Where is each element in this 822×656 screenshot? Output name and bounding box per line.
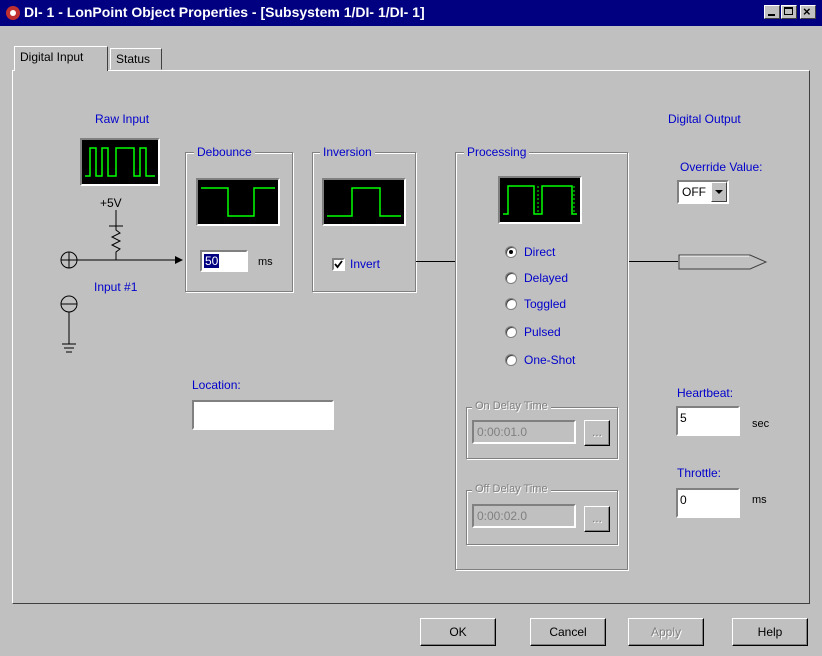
cancel-button[interactable]: Cancel (530, 618, 606, 646)
app-icon[interactable] (5, 5, 21, 21)
off-delay-value: 0:00:02.0 (477, 509, 528, 523)
inversion-label: Inversion (320, 145, 375, 159)
square-wave-icon (201, 187, 275, 217)
debounce-input[interactable]: 50 (200, 250, 248, 272)
title-bar[interactable]: DI- 1 - LonPoint Object Properties - [Su… (0, 0, 822, 26)
heartbeat-input[interactable]: 5 (676, 406, 740, 436)
one-shot-label: One-Shot (524, 353, 576, 367)
radio-delayed[interactable] (505, 272, 517, 284)
tab-label: Digital Input (20, 50, 84, 64)
checkmark-icon (334, 260, 343, 269)
debounce-value: 50 (204, 254, 220, 268)
invert-label: Invert (350, 257, 381, 271)
heartbeat-unit: sec (752, 418, 770, 430)
direct-label: Direct (524, 245, 556, 259)
processing-label: Processing (464, 145, 530, 159)
on-delay-value: 0:00:01.0 (477, 425, 528, 439)
dropdown-button[interactable] (711, 182, 727, 202)
maximize-icon (784, 7, 793, 15)
tab-label: Status (116, 52, 151, 66)
inversion-waveform (322, 178, 406, 226)
override-value-select[interactable]: OFF (677, 180, 729, 204)
location-label: Location: (192, 378, 241, 392)
processing-waveform (498, 176, 582, 224)
minimize-button[interactable] (764, 5, 780, 19)
close-icon: × (803, 4, 811, 19)
radio-toggled[interactable] (505, 298, 517, 310)
square-wave-icon (85, 147, 155, 177)
raw-input-label: Raw Input (95, 112, 150, 126)
ok-button[interactable]: OK (420, 618, 496, 646)
raw-input-waveform (80, 138, 160, 186)
throttle-input[interactable]: 0 (676, 488, 740, 518)
off-delay-label: Off Delay Time (472, 483, 551, 495)
invert-checkbox[interactable] (332, 258, 345, 271)
pulsed-label: Pulsed (524, 325, 561, 339)
radio-pulsed[interactable] (505, 326, 517, 338)
radio-selected-dot (509, 250, 513, 254)
delayed-label: Delayed (524, 271, 569, 285)
digital-output-label: Digital Output (668, 112, 741, 126)
square-wave-icon (327, 187, 401, 217)
window-title: DI- 1 - LonPoint Object Properties - [Su… (24, 4, 425, 20)
tab-digital-input[interactable]: Digital Input (14, 46, 108, 71)
tab-status[interactable]: Status (110, 48, 162, 70)
override-selected-value: OFF (682, 185, 706, 199)
throttle-unit: ms (752, 494, 767, 506)
debounce-label: Debounce (194, 145, 255, 159)
chevron-down-icon (715, 190, 723, 194)
square-wave-icon (503, 185, 577, 215)
connector-line (416, 261, 456, 262)
minimize-icon (768, 14, 775, 16)
throttle-value: 0 (680, 493, 687, 507)
input-label: Input #1 (94, 280, 138, 294)
override-value-label: Override Value: (680, 160, 763, 174)
apply-button[interactable]: Apply (628, 618, 704, 646)
connector-line (628, 261, 678, 262)
maximize-button[interactable] (781, 5, 797, 19)
heartbeat-value: 5 (680, 411, 687, 425)
on-delay-input[interactable]: 0:00:01.0 (472, 420, 576, 444)
location-input[interactable] (192, 400, 334, 430)
output-arrow-icon (678, 254, 768, 270)
on-delay-browse-button[interactable]: ... (584, 420, 610, 446)
heartbeat-label: Heartbeat: (677, 386, 734, 400)
on-delay-label: On Delay Time (472, 400, 551, 412)
help-button[interactable]: Help (732, 618, 808, 646)
debounce-waveform (196, 178, 280, 226)
off-delay-browse-button[interactable]: ... (584, 506, 610, 532)
radio-one-shot[interactable] (505, 354, 517, 366)
debounce-unit: ms (258, 256, 273, 268)
off-delay-input[interactable]: 0:00:02.0 (472, 504, 576, 528)
radio-direct[interactable] (505, 246, 517, 258)
toggled-label: Toggled (524, 297, 567, 311)
throttle-label: Throttle: (677, 466, 722, 480)
close-button[interactable]: × (800, 4, 816, 19)
